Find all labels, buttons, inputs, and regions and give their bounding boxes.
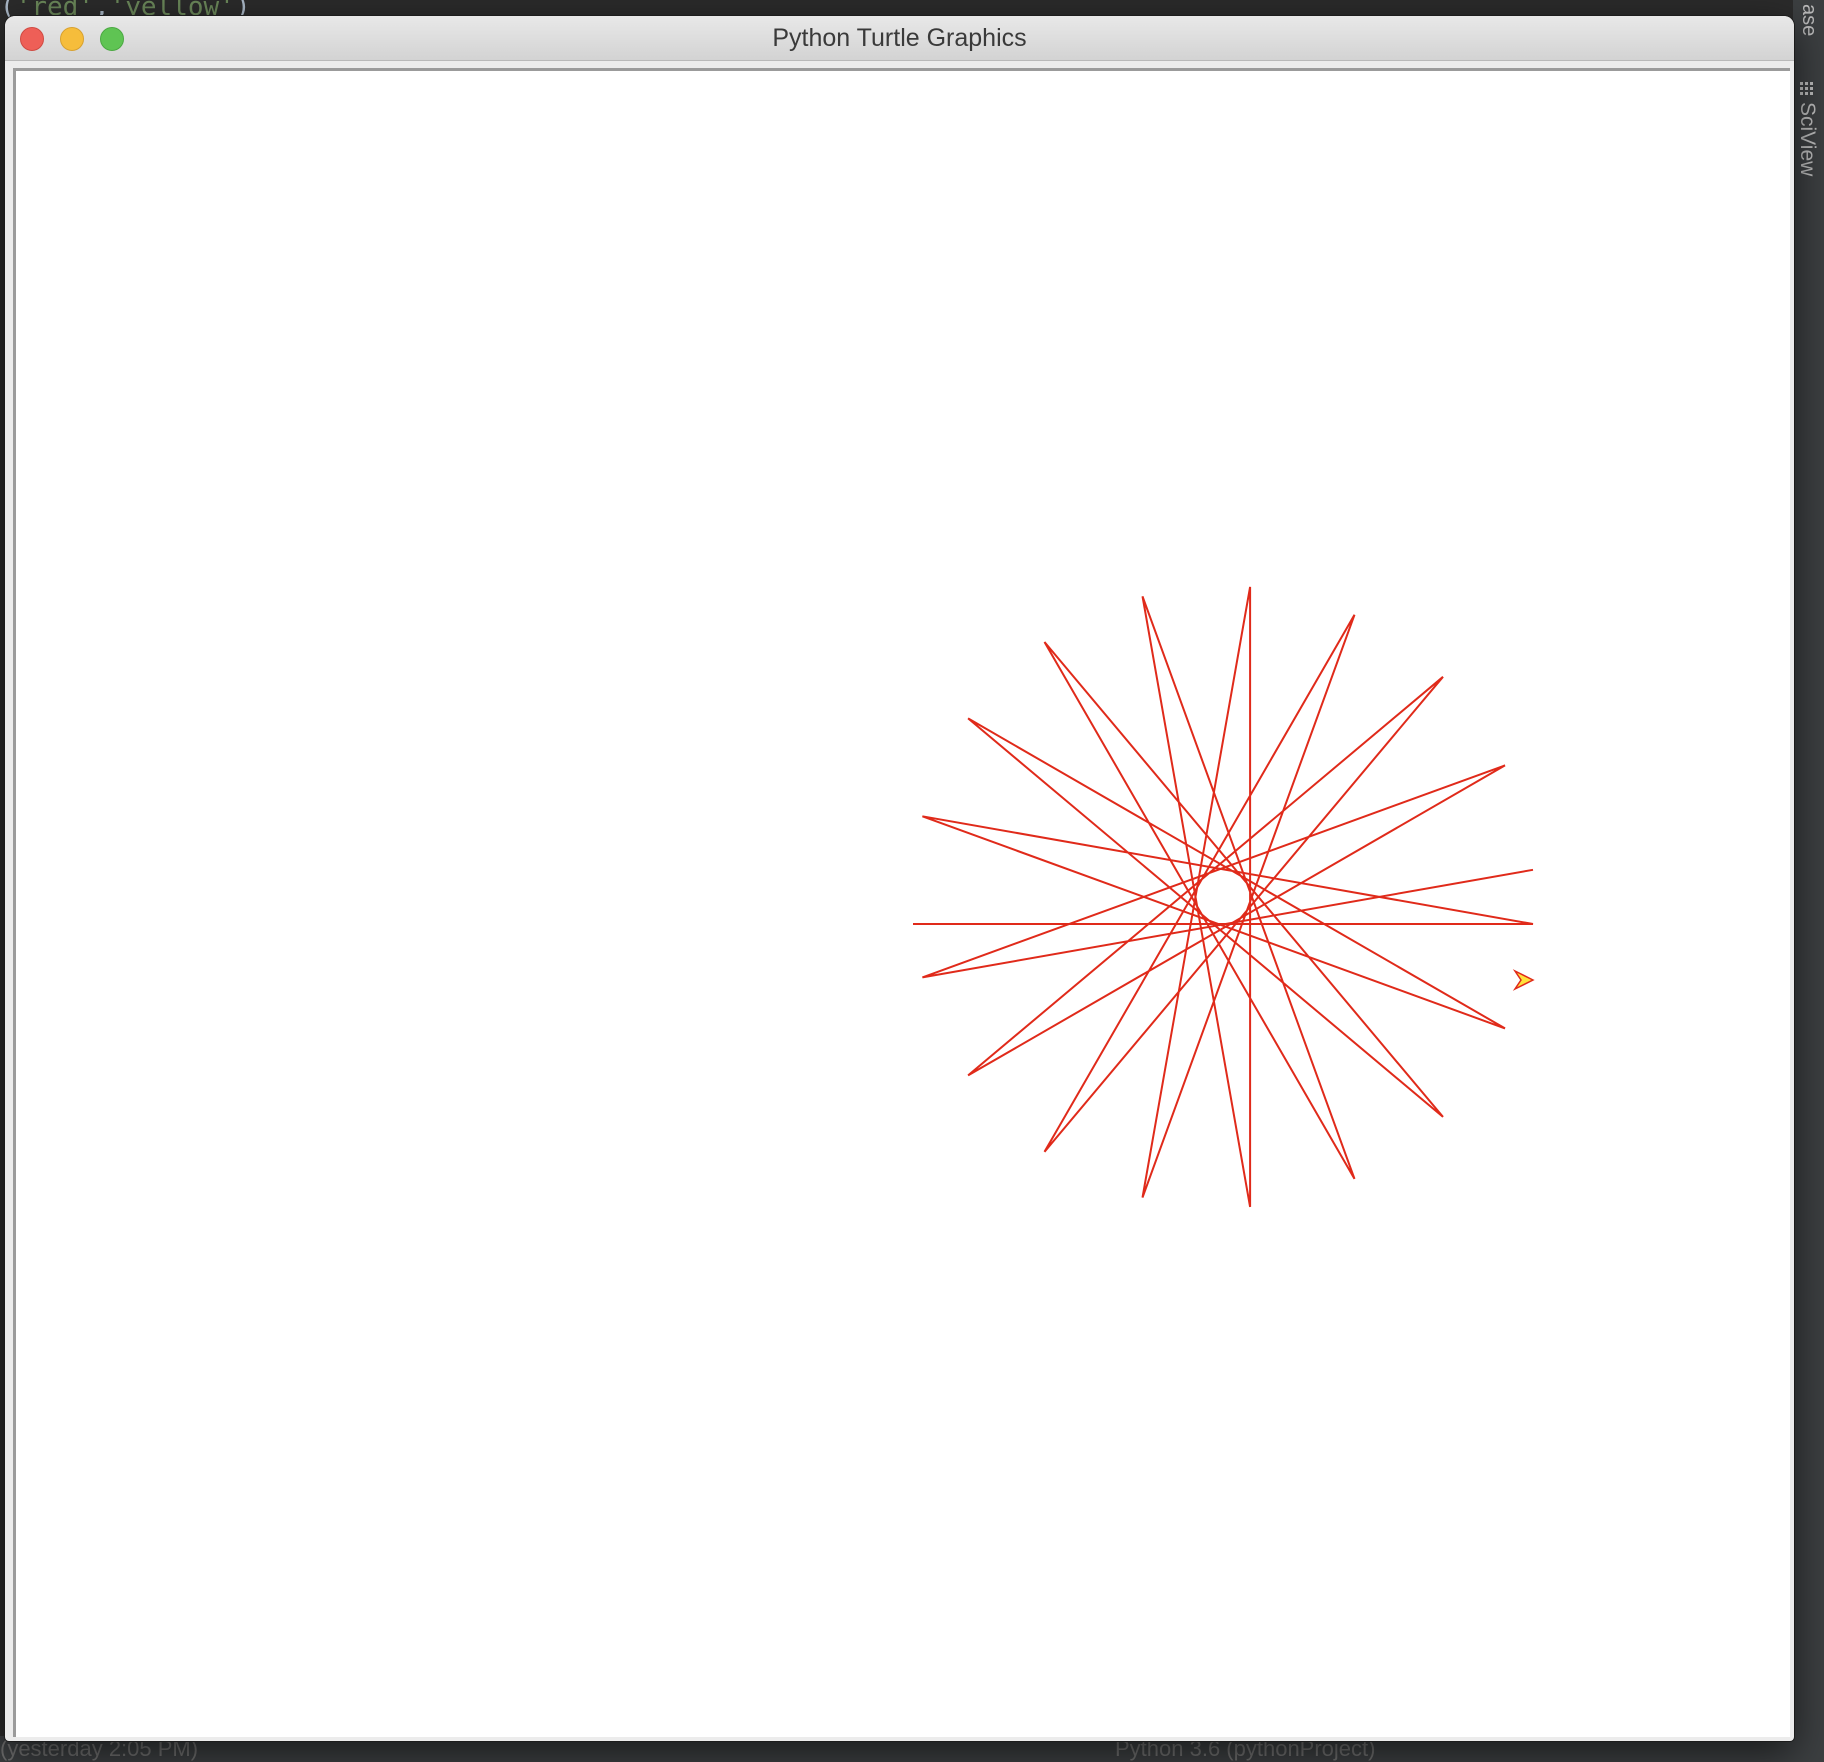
turtle-cursor-icon	[1512, 969, 1535, 991]
window-title: Python Turtle Graphics	[772, 24, 1027, 52]
sciview-tab[interactable]: SciView	[1795, 80, 1819, 176]
star-drawing	[913, 586, 1534, 1208]
title-bar[interactable]: Python Turtle Graphics	[5, 16, 1794, 61]
ide-right-toolbar: ase SciView	[1793, 0, 1824, 1762]
sciview-label: SciView	[1796, 102, 1819, 177]
turtle-canvas-area[interactable]	[13, 68, 1790, 1737]
turtle-drawing	[913, 586, 1535, 1208]
turtle-window: Python Turtle Graphics	[5, 16, 1794, 1741]
ide-right-text-fragment: ase	[1798, 4, 1820, 37]
sciview-icon	[1800, 82, 1813, 95]
